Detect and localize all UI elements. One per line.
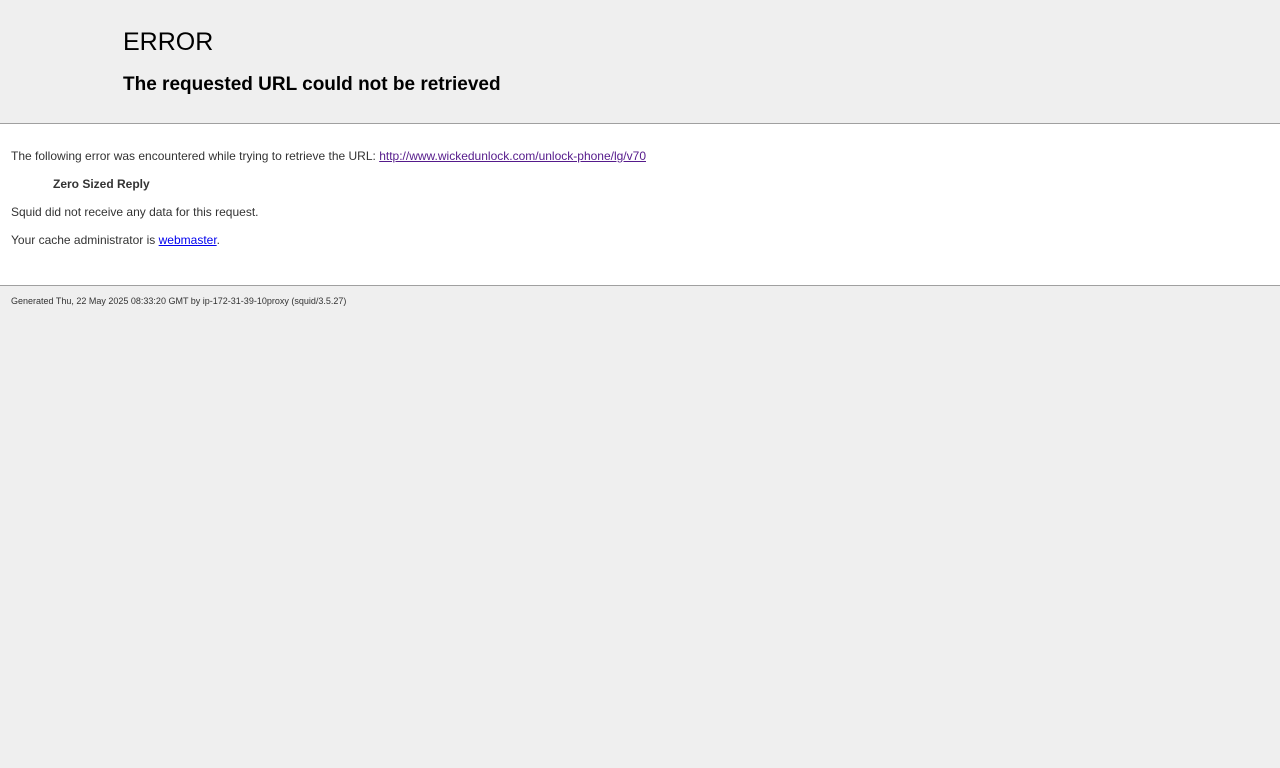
error-detail: Squid did not receive any data for this …: [11, 205, 259, 219]
admin-line: Your cache administrator is webmaster.: [11, 233, 220, 247]
error-name: Zero Sized Reply: [53, 177, 150, 191]
webmaster-link[interactable]: webmaster: [159, 233, 217, 247]
error-intro-line: The following error was encountered whil…: [11, 149, 646, 163]
error-title: ERROR: [123, 28, 214, 56]
error-subtitle: The requested URL could not be retrieved: [123, 74, 501, 95]
error-content: The following error was encountered whil…: [0, 123, 1280, 286]
admin-suffix-text: .: [216, 233, 221, 247]
requested-url-link[interactable]: http://www.wickedunlock.com/unlock-phone…: [379, 149, 646, 163]
footer-generated-text: Generated Thu, 22 May 2025 08:33:20 GMT …: [11, 296, 347, 306]
error-header: ERROR The requested URL could not be ret…: [0, 0, 1280, 123]
error-intro-text: The following error was encountered whil…: [11, 149, 380, 163]
footer: Generated Thu, 22 May 2025 08:33:20 GMT …: [0, 286, 1280, 326]
admin-prefix-text: Your cache administrator is: [11, 233, 159, 247]
